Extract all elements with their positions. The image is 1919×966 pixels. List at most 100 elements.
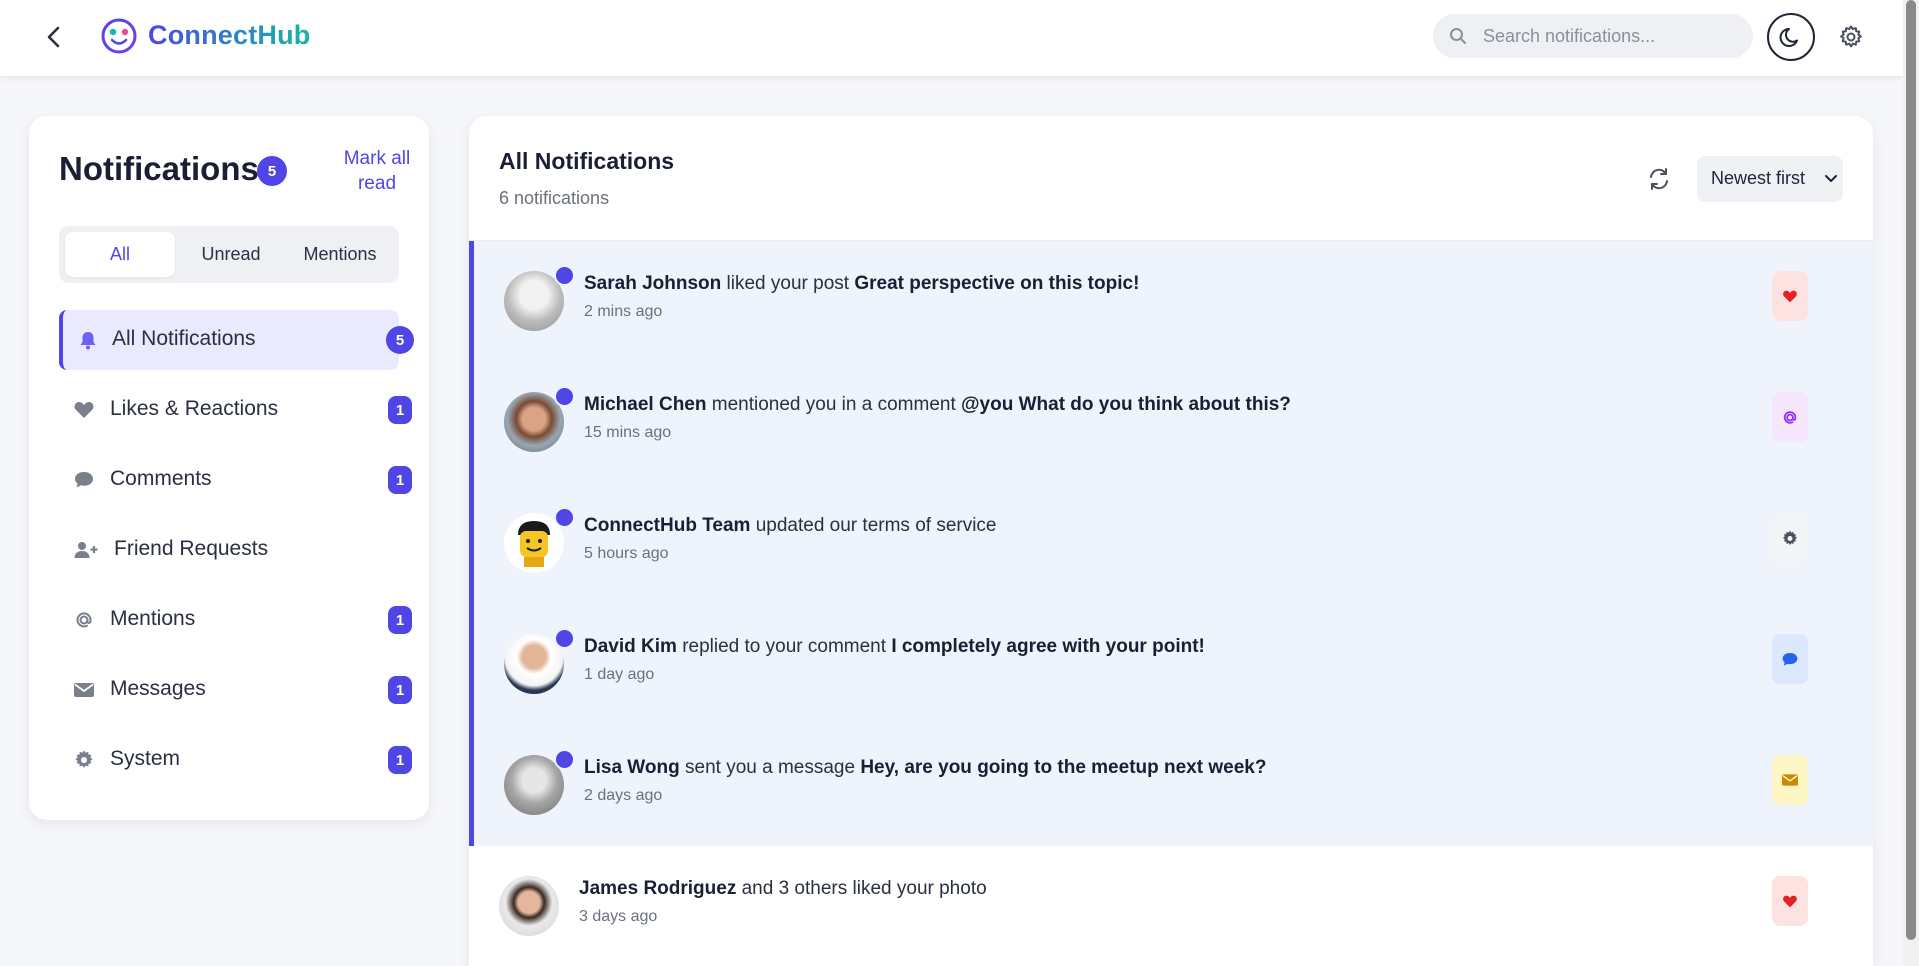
gear-icon <box>1782 530 1798 545</box>
sidebar-item-label: Comments <box>110 467 212 490</box>
notification-time: 5 hours ago <box>584 545 669 562</box>
unread-indicator <box>554 507 575 528</box>
notification-item[interactable]: Sarah Johnson liked your post Great pers… <box>469 241 1873 362</box>
heart-icon <box>74 402 94 418</box>
tab-all[interactable]: All <box>65 232 175 277</box>
mark-all-label-line1: Mark all <box>343 148 411 169</box>
notification-action: replied to your comment <box>682 636 887 657</box>
notification-time: 2 mins ago <box>584 303 663 320</box>
notification-user: ConnectHub Team <box>584 515 751 536</box>
page-title: All Notifications <box>499 148 675 174</box>
notification-action: sent you a message <box>685 757 856 778</box>
type-badge <box>1772 755 1808 805</box>
notification-count: 6 notifications <box>499 188 610 208</box>
sidebar-item-all-notifications[interactable]: All Notifications 5 <box>59 310 414 370</box>
notification-text: Lisa Wong sent you a message Hey, are yo… <box>584 757 1266 779</box>
heart-icon <box>1783 290 1797 302</box>
sidebar-item-count: 5 <box>386 326 414 354</box>
user-plus-icon <box>74 542 98 558</box>
notification-detail: Great perspective on this topic! <box>854 273 1140 294</box>
notification-detail: @you What do you think about this? <box>961 394 1291 415</box>
notification-user: James Rodriguez <box>579 878 737 899</box>
sidebar-item-messages[interactable]: Messages 1 <box>59 660 412 720</box>
type-badge <box>1772 271 1808 321</box>
sidebar-item-mentions[interactable]: Mentions 1 <box>59 590 412 650</box>
sidebar-item-label: Messages <box>110 677 206 700</box>
sidebar-item-likes[interactable]: Likes & Reactions 1 <box>59 380 412 440</box>
sidebar-item-label: Mentions <box>110 607 196 630</box>
comment-icon <box>75 472 93 488</box>
sidebar-item-system[interactable]: System 1 <box>59 730 412 790</box>
mark-all-read-button[interactable]: Mark all read <box>309 146 445 196</box>
notification-action: updated our terms of service <box>755 515 997 536</box>
sort-dropdown[interactable]: Newest first <box>1697 156 1843 202</box>
notification-user: Sarah Johnson <box>584 273 722 294</box>
notification-time: 1 day ago <box>584 666 655 683</box>
sidebar-item-comments[interactable]: Comments 1 <box>59 450 412 510</box>
notification-item[interactable]: Michael Chen mentioned you in a comment … <box>469 362 1873 483</box>
unread-indicator <box>554 265 575 286</box>
heart-icon <box>1783 895 1797 907</box>
sidebar-item-label: Friend Requests <box>114 537 269 560</box>
notification-item[interactable]: James Rodriguez and 3 others liked your … <box>469 846 1873 966</box>
notifications-panel: All Notifications 6 notifications Newest… <box>469 116 1873 966</box>
scrollbar[interactable] <box>1903 0 1919 966</box>
notification-item[interactable]: David Kim replied to your comment I comp… <box>469 604 1873 725</box>
filter-tabs: All Unread Mentions <box>59 226 399 283</box>
type-badge <box>1772 634 1808 684</box>
gear-icon <box>75 750 93 768</box>
type-badge <box>1772 392 1808 442</box>
notification-user: Lisa Wong <box>584 757 680 778</box>
mark-all-label-line2: read <box>357 173 397 194</box>
type-badge <box>1772 513 1808 563</box>
notification-text: Sarah Johnson liked your post Great pers… <box>584 273 1139 295</box>
notification-user: David Kim <box>584 636 677 657</box>
sidebar-item-label: Likes & Reactions <box>110 397 279 420</box>
unread-indicator <box>554 628 575 649</box>
sidebar-item-count: 1 <box>388 396 412 424</box>
sidebar-title: Notifications <box>59 150 259 187</box>
sidebar-item-count: 1 <box>388 606 412 634</box>
notification-detail: Hey, are you going to the meetup next we… <box>860 757 1267 778</box>
at-icon <box>1783 410 1797 424</box>
sidebar-item-label: All Notifications <box>112 327 256 350</box>
notification-action: liked your post <box>726 273 850 294</box>
notification-text: David Kim replied to your comment I comp… <box>584 636 1205 658</box>
at-icon <box>76 612 92 628</box>
connecthub-logo-icon <box>101 18 137 54</box>
search-input[interactable] <box>1483 14 1743 58</box>
back-arrow-icon[interactable] <box>42 22 66 52</box>
notification-time: 2 days ago <box>584 787 663 804</box>
sidebar-item-friend-requests[interactable]: Friend Requests <box>59 520 399 580</box>
chevron-down-icon <box>1825 175 1837 182</box>
notification-time: 15 mins ago <box>584 424 672 441</box>
moon-icon <box>1779 28 1798 47</box>
dark-mode-toggle[interactable] <box>1767 13 1815 61</box>
scrollbar-thumb[interactable] <box>1906 0 1916 940</box>
sidebar-item-label: System <box>110 747 181 770</box>
type-badge <box>1772 876 1808 926</box>
notification-text: Michael Chen mentioned you in a comment … <box>584 394 1291 416</box>
envelope-icon <box>1782 774 1798 786</box>
tab-unread[interactable]: Unread <box>177 232 285 277</box>
settings-gear-icon[interactable] <box>1838 24 1864 50</box>
search-icon <box>1450 28 1466 44</box>
notification-item[interactable]: ConnectHub Team updated our terms of ser… <box>469 483 1873 604</box>
notifications-sidebar: Notifications 5 Mark all read All Unread… <box>29 116 429 820</box>
notification-item[interactable]: Lisa Wong sent you a message Hey, are yo… <box>469 725 1873 846</box>
comment-icon <box>1782 652 1798 666</box>
search-box[interactable] <box>1433 14 1753 58</box>
tab-mentions[interactable]: Mentions <box>285 232 395 277</box>
sort-selected-value: Newest first <box>1711 168 1806 188</box>
top-header: ConnectHub <box>0 0 1903 76</box>
refresh-icon[interactable] <box>1646 166 1672 192</box>
unread-count-badge: 5 <box>257 156 287 186</box>
bell-icon <box>80 332 96 350</box>
notification-detail: I completely agree with your point! <box>891 636 1205 657</box>
notification-text: James Rodriguez and 3 others liked your … <box>579 878 987 900</box>
sidebar-item-count: 1 <box>388 746 412 774</box>
notification-text: ConnectHub Team updated our terms of ser… <box>584 515 997 537</box>
notification-time: 3 days ago <box>579 908 658 925</box>
sidebar-item-count: 1 <box>388 466 412 494</box>
avatar <box>499 876 559 936</box>
